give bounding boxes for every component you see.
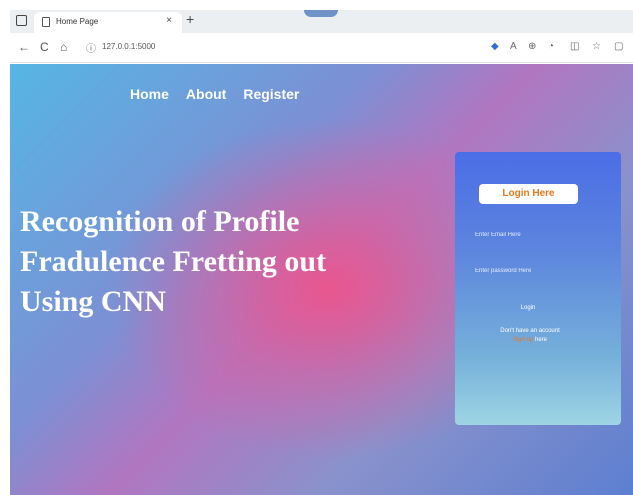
title-line: Using CNN	[20, 285, 166, 318]
tracking-icon[interactable]: ◔	[548, 41, 554, 52]
password-field[interactable]	[475, 264, 605, 278]
back-icon[interactable]: ←	[18, 40, 30, 54]
info-icon[interactable]: ⓘ	[86, 40, 96, 55]
collections-icon[interactable]: ▢	[614, 41, 623, 52]
signup-text: Don't have an account	[500, 328, 560, 334]
nav-about-link[interactable]: About	[186, 86, 226, 102]
split-screen-icon[interactable]: ◫	[570, 41, 579, 52]
page-title: Recognition of Profile Fradulence Fretti…	[20, 202, 400, 322]
extension-icon[interactable]: ◆	[491, 41, 499, 52]
login-header: Login Here	[479, 184, 578, 204]
window-menu-icon[interactable]	[16, 15, 27, 26]
profile-indicator	[304, 10, 338, 17]
zoom-icon[interactable]: ⊕	[528, 41, 536, 52]
read-aloud-icon[interactable]: A	[510, 41, 517, 52]
address-bar[interactable]: ⓘ 127.0.0.1:5000	[86, 40, 386, 56]
title-line: Fradulence Fretting out	[20, 245, 327, 278]
nav-register-link[interactable]: Register	[243, 86, 299, 102]
signup-link-row: Sign up here	[485, 336, 575, 345]
nav-home-link[interactable]: Home	[130, 86, 169, 102]
home-icon[interactable]: ⌂	[60, 40, 67, 54]
signup-link[interactable]: Sign up	[513, 337, 533, 343]
top-navigation: Home About Register	[130, 86, 299, 102]
login-card: Login Here Login Don't have an account S…	[455, 152, 621, 425]
email-field[interactable]	[475, 228, 605, 242]
login-button[interactable]: Login	[515, 302, 541, 314]
browser-toolbar: ← C ⌂ ⓘ 127.0.0.1:5000 ◆ A ⊕ ◔ ◫ ☆ ▢	[10, 33, 633, 63]
signup-suffix: here	[535, 337, 548, 343]
close-icon[interactable]: ×	[166, 15, 172, 26]
title-line: Recognition of Profile	[20, 205, 300, 238]
web-page: Home About Register Recognition of Profi…	[10, 64, 633, 495]
refresh-icon[interactable]: C	[40, 40, 49, 54]
tab-home-page[interactable]: Home Page ×	[34, 12, 182, 33]
new-tab-icon[interactable]: +	[186, 11, 194, 27]
url-text: 127.0.0.1:5000	[102, 42, 156, 51]
signup-prompt: Don't have an account Sign up here	[485, 327, 575, 345]
tab-title: Home Page	[56, 17, 99, 26]
browser-window: Home Page × + ← C ⌂ ⓘ 127.0.0.1:5000 ◆ A…	[10, 10, 633, 495]
page-icon	[42, 17, 50, 27]
favorites-icon[interactable]: ☆	[592, 41, 601, 52]
tab-strip: Home Page × +	[10, 10, 633, 33]
